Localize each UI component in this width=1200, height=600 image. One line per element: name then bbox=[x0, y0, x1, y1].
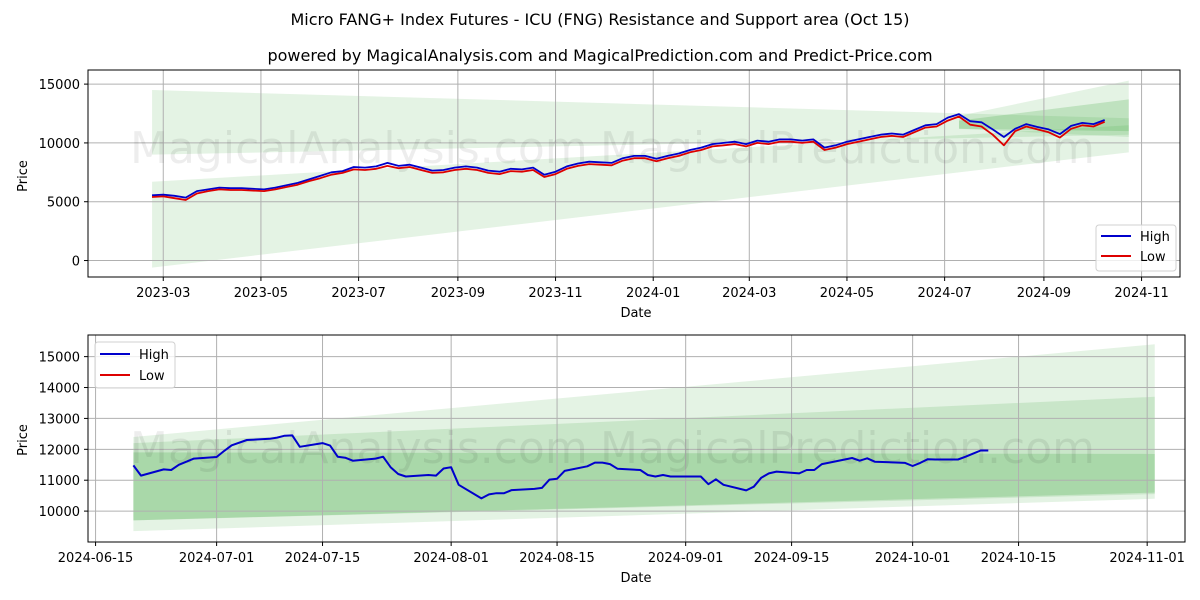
bottom-legend: High Low bbox=[94, 341, 176, 389]
x-tick-label: 2024-11-01 bbox=[1109, 551, 1185, 566]
y-tick-label: 12000 bbox=[39, 443, 80, 458]
y-tick-label: 15000 bbox=[39, 351, 80, 366]
x-tick-label: 2024-03 bbox=[722, 286, 776, 301]
legend-low-label-2: Low bbox=[139, 369, 165, 384]
x-tick-label: 2024-10-01 bbox=[875, 551, 951, 566]
x-tick-label: 2023-07 bbox=[331, 286, 385, 301]
legend-high-label-2: High bbox=[139, 348, 169, 363]
x-tick-label: 2024-05 bbox=[820, 286, 874, 301]
y-tick-label: 11000 bbox=[39, 474, 80, 489]
x-tick-label: 2023-09 bbox=[431, 286, 485, 301]
x-tick-label: 2023-11 bbox=[528, 286, 582, 301]
x-tick-label: 2024-01 bbox=[626, 286, 680, 301]
y-tick-label: 13000 bbox=[39, 412, 80, 427]
y-tick-label: 10000 bbox=[39, 505, 80, 520]
x-tick-label: 2024-08-15 bbox=[519, 551, 595, 566]
top-legend: High Low bbox=[1095, 224, 1177, 272]
y-tick-label: 15000 bbox=[39, 78, 80, 93]
x-tick-label: 2024-11 bbox=[1114, 286, 1168, 301]
charts-canvas: MagicalAnalysis.com MagicalPrediction.co… bbox=[16, 69, 1186, 586]
x-tick-label: 2024-09-01 bbox=[648, 551, 724, 566]
watermark-right: MagicalPrediction.com bbox=[600, 123, 1095, 174]
x-tick-label: 2023-05 bbox=[234, 286, 288, 301]
y-tick-label: 10000 bbox=[39, 137, 80, 152]
x-tick-label: 2024-06-15 bbox=[58, 551, 134, 566]
x-tick-label: 2024-07-15 bbox=[285, 551, 361, 566]
top-ylabel: Price bbox=[16, 160, 31, 192]
y-tick-label: 0 bbox=[72, 255, 80, 270]
legend-high-label: High bbox=[1140, 230, 1170, 245]
x-tick-label: 2024-09-15 bbox=[754, 551, 830, 566]
x-tick-label: 2024-07 bbox=[917, 286, 971, 301]
x-tick-label: 2024-09 bbox=[1017, 286, 1071, 301]
bottom-chart: MagicalAnalysis.com MagicalPrediction.co… bbox=[16, 334, 1186, 586]
legend-low-label: Low bbox=[1140, 250, 1166, 265]
x-tick-label: 2023-03 bbox=[136, 286, 190, 301]
bottom-xlabel: Date bbox=[620, 571, 651, 586]
top-xlabel: Date bbox=[620, 306, 651, 321]
top-chart: MagicalAnalysis.com MagicalPrediction.co… bbox=[16, 69, 1181, 321]
x-tick-label: 2024-10-15 bbox=[981, 551, 1057, 566]
watermark-left-2: MagicalAnalysis.com bbox=[130, 423, 588, 474]
x-tick-label: 2024-07-01 bbox=[179, 551, 255, 566]
watermark-left: MagicalAnalysis.com bbox=[130, 123, 588, 174]
bottom-ylabel: Price bbox=[16, 424, 31, 456]
top-bands bbox=[152, 80, 1129, 268]
y-tick-label: 14000 bbox=[39, 382, 80, 397]
watermark-right-2: MagicalPrediction.com bbox=[600, 423, 1095, 474]
x-tick-label: 2024-08-01 bbox=[413, 551, 489, 566]
y-tick-label: 5000 bbox=[47, 196, 80, 211]
